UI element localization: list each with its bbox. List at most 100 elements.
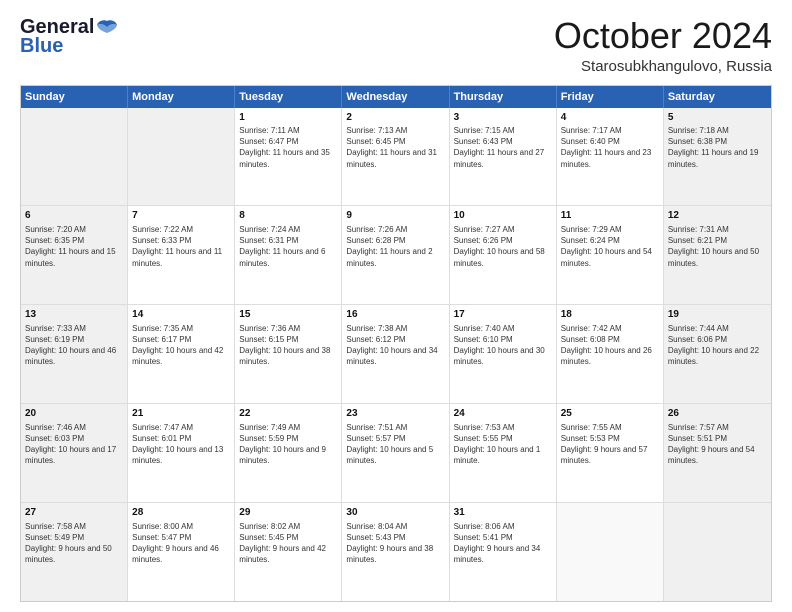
day-info: Sunrise: 7:20 AM Sunset: 6:35 PM Dayligh… (25, 224, 123, 269)
day-number: 22 (239, 407, 337, 421)
day-number: 1 (239, 111, 337, 125)
day-cell-24: 24Sunrise: 7:53 AM Sunset: 5:55 PM Dayli… (450, 404, 557, 502)
day-info: Sunrise: 7:33 AM Sunset: 6:19 PM Dayligh… (25, 323, 123, 368)
calendar-row-3: 13Sunrise: 7:33 AM Sunset: 6:19 PM Dayli… (21, 304, 771, 403)
day-info: Sunrise: 7:38 AM Sunset: 6:12 PM Dayligh… (346, 323, 444, 368)
day-number: 25 (561, 407, 659, 421)
day-number: 12 (668, 209, 767, 223)
day-number: 28 (132, 506, 230, 520)
day-cell-5: 5Sunrise: 7:18 AM Sunset: 6:38 PM Daylig… (664, 108, 771, 206)
day-number: 7 (132, 209, 230, 223)
weekday-header-monday: Monday (128, 86, 235, 108)
calendar-row-1: 1Sunrise: 7:11 AM Sunset: 6:47 PM Daylig… (21, 108, 771, 206)
weekday-header-sunday: Sunday (21, 86, 128, 108)
day-info: Sunrise: 8:06 AM Sunset: 5:41 PM Dayligh… (454, 521, 552, 566)
page: General Blue October 2024 Starosubkhangu… (0, 0, 792, 612)
day-cell-13: 13Sunrise: 7:33 AM Sunset: 6:19 PM Dayli… (21, 305, 128, 403)
day-number: 2 (346, 111, 444, 125)
day-cell-14: 14Sunrise: 7:35 AM Sunset: 6:17 PM Dayli… (128, 305, 235, 403)
day-info: Sunrise: 7:22 AM Sunset: 6:33 PM Dayligh… (132, 224, 230, 269)
day-cell-2: 2Sunrise: 7:13 AM Sunset: 6:45 PM Daylig… (342, 108, 449, 206)
day-number: 24 (454, 407, 552, 421)
day-info: Sunrise: 7:31 AM Sunset: 6:21 PM Dayligh… (668, 224, 767, 269)
day-number: 9 (346, 209, 444, 223)
day-number: 17 (454, 308, 552, 322)
logo-bird-icon (96, 19, 118, 37)
day-info: Sunrise: 7:18 AM Sunset: 6:38 PM Dayligh… (668, 125, 767, 170)
day-info: Sunrise: 7:26 AM Sunset: 6:28 PM Dayligh… (346, 224, 444, 269)
calendar-body: 1Sunrise: 7:11 AM Sunset: 6:47 PM Daylig… (21, 108, 771, 601)
calendar-header: SundayMondayTuesdayWednesdayThursdayFrid… (21, 86, 771, 108)
day-info: Sunrise: 8:04 AM Sunset: 5:43 PM Dayligh… (346, 521, 444, 566)
day-cell-11: 11Sunrise: 7:29 AM Sunset: 6:24 PM Dayli… (557, 206, 664, 304)
day-cell-29: 29Sunrise: 8:02 AM Sunset: 5:45 PM Dayli… (235, 503, 342, 601)
day-number: 6 (25, 209, 123, 223)
day-info: Sunrise: 7:44 AM Sunset: 6:06 PM Dayligh… (668, 323, 767, 368)
empty-cell (21, 108, 128, 206)
day-cell-17: 17Sunrise: 7:40 AM Sunset: 6:10 PM Dayli… (450, 305, 557, 403)
calendar: SundayMondayTuesdayWednesdayThursdayFrid… (20, 85, 772, 602)
day-cell-28: 28Sunrise: 8:00 AM Sunset: 5:47 PM Dayli… (128, 503, 235, 601)
day-number: 10 (454, 209, 552, 223)
day-cell-25: 25Sunrise: 7:55 AM Sunset: 5:53 PM Dayli… (557, 404, 664, 502)
logo: General Blue (20, 16, 118, 58)
day-cell-30: 30Sunrise: 8:04 AM Sunset: 5:43 PM Dayli… (342, 503, 449, 601)
day-info: Sunrise: 7:53 AM Sunset: 5:55 PM Dayligh… (454, 422, 552, 467)
day-cell-8: 8Sunrise: 7:24 AM Sunset: 6:31 PM Daylig… (235, 206, 342, 304)
day-info: Sunrise: 7:47 AM Sunset: 6:01 PM Dayligh… (132, 422, 230, 467)
day-number: 8 (239, 209, 337, 223)
location: Starosubkhangulovo, Russia (554, 58, 772, 75)
day-cell-10: 10Sunrise: 7:27 AM Sunset: 6:26 PM Dayli… (450, 206, 557, 304)
day-info: Sunrise: 7:17 AM Sunset: 6:40 PM Dayligh… (561, 125, 659, 170)
day-info: Sunrise: 7:36 AM Sunset: 6:15 PM Dayligh… (239, 323, 337, 368)
day-number: 31 (454, 506, 552, 520)
day-info: Sunrise: 7:58 AM Sunset: 5:49 PM Dayligh… (25, 521, 123, 566)
day-cell-22: 22Sunrise: 7:49 AM Sunset: 5:59 PM Dayli… (235, 404, 342, 502)
day-cell-12: 12Sunrise: 7:31 AM Sunset: 6:21 PM Dayli… (664, 206, 771, 304)
day-cell-18: 18Sunrise: 7:42 AM Sunset: 6:08 PM Dayli… (557, 305, 664, 403)
day-cell-6: 6Sunrise: 7:20 AM Sunset: 6:35 PM Daylig… (21, 206, 128, 304)
day-info: Sunrise: 7:24 AM Sunset: 6:31 PM Dayligh… (239, 224, 337, 269)
calendar-row-2: 6Sunrise: 7:20 AM Sunset: 6:35 PM Daylig… (21, 205, 771, 304)
day-info: Sunrise: 7:27 AM Sunset: 6:26 PM Dayligh… (454, 224, 552, 269)
empty-cell (664, 503, 771, 601)
day-info: Sunrise: 7:42 AM Sunset: 6:08 PM Dayligh… (561, 323, 659, 368)
empty-cell (128, 108, 235, 206)
empty-cell (557, 503, 664, 601)
weekday-header-wednesday: Wednesday (342, 86, 449, 108)
day-number: 11 (561, 209, 659, 223)
weekday-header-friday: Friday (557, 86, 664, 108)
day-number: 27 (25, 506, 123, 520)
day-info: Sunrise: 7:57 AM Sunset: 5:51 PM Dayligh… (668, 422, 767, 467)
day-cell-9: 9Sunrise: 7:26 AM Sunset: 6:28 PM Daylig… (342, 206, 449, 304)
day-cell-7: 7Sunrise: 7:22 AM Sunset: 6:33 PM Daylig… (128, 206, 235, 304)
day-number: 5 (668, 111, 767, 125)
day-number: 13 (25, 308, 123, 322)
day-info: Sunrise: 7:35 AM Sunset: 6:17 PM Dayligh… (132, 323, 230, 368)
day-number: 20 (25, 407, 123, 421)
day-info: Sunrise: 7:15 AM Sunset: 6:43 PM Dayligh… (454, 125, 552, 170)
day-cell-1: 1Sunrise: 7:11 AM Sunset: 6:47 PM Daylig… (235, 108, 342, 206)
day-cell-21: 21Sunrise: 7:47 AM Sunset: 6:01 PM Dayli… (128, 404, 235, 502)
calendar-row-4: 20Sunrise: 7:46 AM Sunset: 6:03 PM Dayli… (21, 403, 771, 502)
day-number: 29 (239, 506, 337, 520)
day-number: 14 (132, 308, 230, 322)
day-number: 23 (346, 407, 444, 421)
day-info: Sunrise: 7:29 AM Sunset: 6:24 PM Dayligh… (561, 224, 659, 269)
day-cell-4: 4Sunrise: 7:17 AM Sunset: 6:40 PM Daylig… (557, 108, 664, 206)
month-title: October 2024 (554, 16, 772, 56)
weekday-header-tuesday: Tuesday (235, 86, 342, 108)
day-cell-15: 15Sunrise: 7:36 AM Sunset: 6:15 PM Dayli… (235, 305, 342, 403)
day-cell-20: 20Sunrise: 7:46 AM Sunset: 6:03 PM Dayli… (21, 404, 128, 502)
day-number: 21 (132, 407, 230, 421)
day-cell-19: 19Sunrise: 7:44 AM Sunset: 6:06 PM Dayli… (664, 305, 771, 403)
day-number: 19 (668, 308, 767, 322)
day-cell-3: 3Sunrise: 7:15 AM Sunset: 6:43 PM Daylig… (450, 108, 557, 206)
day-cell-23: 23Sunrise: 7:51 AM Sunset: 5:57 PM Dayli… (342, 404, 449, 502)
day-number: 18 (561, 308, 659, 322)
title-block: October 2024 Starosubkhangulovo, Russia (554, 16, 772, 75)
day-info: Sunrise: 7:40 AM Sunset: 6:10 PM Dayligh… (454, 323, 552, 368)
day-info: Sunrise: 7:55 AM Sunset: 5:53 PM Dayligh… (561, 422, 659, 467)
day-number: 30 (346, 506, 444, 520)
day-info: Sunrise: 7:51 AM Sunset: 5:57 PM Dayligh… (346, 422, 444, 467)
